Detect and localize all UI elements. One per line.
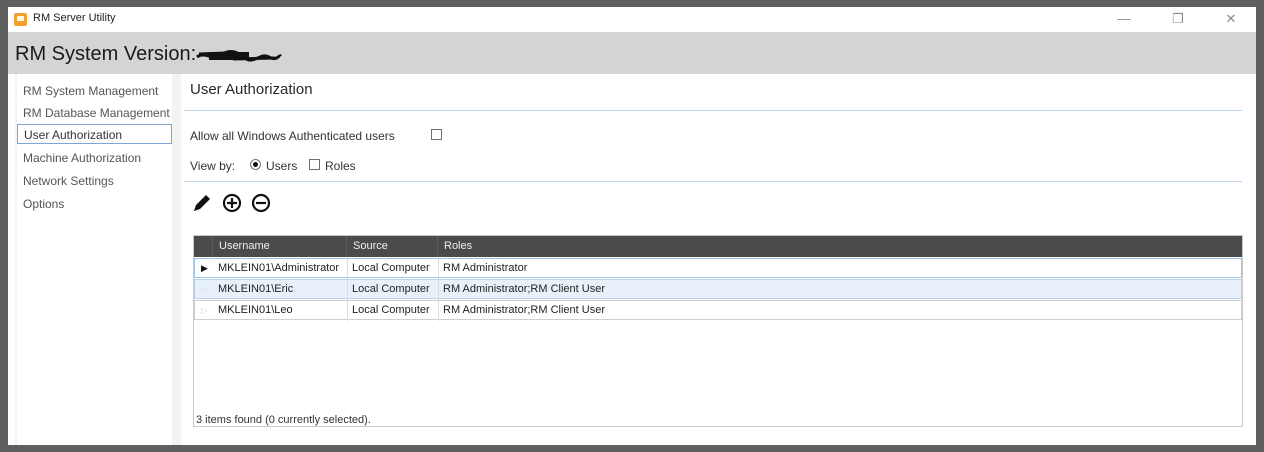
cell-source: Local Computer [348,259,439,279]
pencil-icon[interactable] [190,191,214,215]
app-window: RM Server Utility — ❐ ✕ RM System Versio… [8,7,1256,452]
cell-roles: RM Administrator;RM Client User [443,283,605,295]
restore-button[interactable]: ❐ [1158,9,1198,29]
table-row[interactable]: ▶ MKLEIN01\Administrator Local Computer … [194,258,1242,279]
view-by-roles-checkbox[interactable] [309,159,320,170]
window-title: RM Server Utility [33,12,116,24]
cell-source: Local Computer [348,301,439,321]
sidebar-item-options[interactable]: Options [17,194,172,214]
view-by-roles-label[interactable]: Roles [325,159,356,173]
version-label: RM System Version: [15,43,197,65]
sidebar-nav: RM System Management RM Database Managem… [17,74,172,452]
sidebar-item-machine-authorization[interactable]: Machine Authorization [17,148,172,168]
current-row-indicator-icon: ▶ [201,263,208,273]
column-header-source[interactable]: Source [347,236,438,257]
grid-status-text: 3 items found (0 currently selected). [196,414,371,426]
cell-username: MKLEIN01\Leo [214,301,348,321]
table-row[interactable]: ▷ MKLEIN01\Leo Local Computer RM Adminis… [194,300,1242,321]
title-divider [184,110,1242,111]
cell-source: Local Computer [348,280,439,300]
table-row[interactable]: ▷ MKLEIN01\Eric Local Computer RM Admini… [194,279,1242,300]
row-header-column [194,236,213,257]
sidebar-item-rm-database-management[interactable]: RM Database Management [17,103,172,123]
allow-all-checkbox[interactable] [431,129,442,140]
view-by-label: View by: [190,159,236,173]
column-header-username[interactable]: Username [213,236,347,257]
version-header: RM System Version: [8,32,1256,74]
page-title: User Authorization [190,81,313,98]
app-icon [14,13,27,26]
cell-roles: RM Administrator;RM Client User [443,304,605,316]
redaction-scribble-icon [196,49,283,62]
close-button[interactable]: ✕ [1211,9,1251,29]
sidebar-item-network-settings[interactable]: Network Settings [17,171,172,191]
main-panel: User Authorization Allow all Windows Aut… [181,74,1249,452]
add-circle-icon[interactable] [220,191,244,215]
sidebar-item-rm-system-management[interactable]: RM System Management [17,81,172,101]
grid-header: Username Source Roles [194,236,1242,257]
column-header-roles[interactable]: Roles [438,236,1242,257]
content-area: RM System Management RM Database Managem… [15,74,1249,452]
row-indicator-icon: ▷ [201,306,208,315]
minimize-button[interactable]: — [1104,9,1144,29]
remove-circle-icon[interactable] [249,191,273,215]
cell-username: MKLEIN01\Eric [214,280,348,300]
row-indicator-icon: ▷ [201,285,208,294]
users-grid: Username Source Roles ▶ MKLEIN01\Adminis… [193,235,1243,427]
cell-roles: RM Administrator [443,262,528,274]
cell-username: MKLEIN01\Administrator [214,259,348,279]
radio-selected-dot [253,162,258,167]
bottom-frame-edge [0,445,1264,452]
title-bar[interactable]: RM Server Utility — ❐ ✕ [8,7,1256,32]
allow-all-label: Allow all Windows Authenticated users [190,129,395,143]
view-by-users-label[interactable]: Users [266,159,297,173]
options-divider [184,181,1242,182]
view-by-users-radio[interactable] [250,159,261,170]
sidebar-item-user-authorization[interactable]: User Authorization [17,124,172,144]
